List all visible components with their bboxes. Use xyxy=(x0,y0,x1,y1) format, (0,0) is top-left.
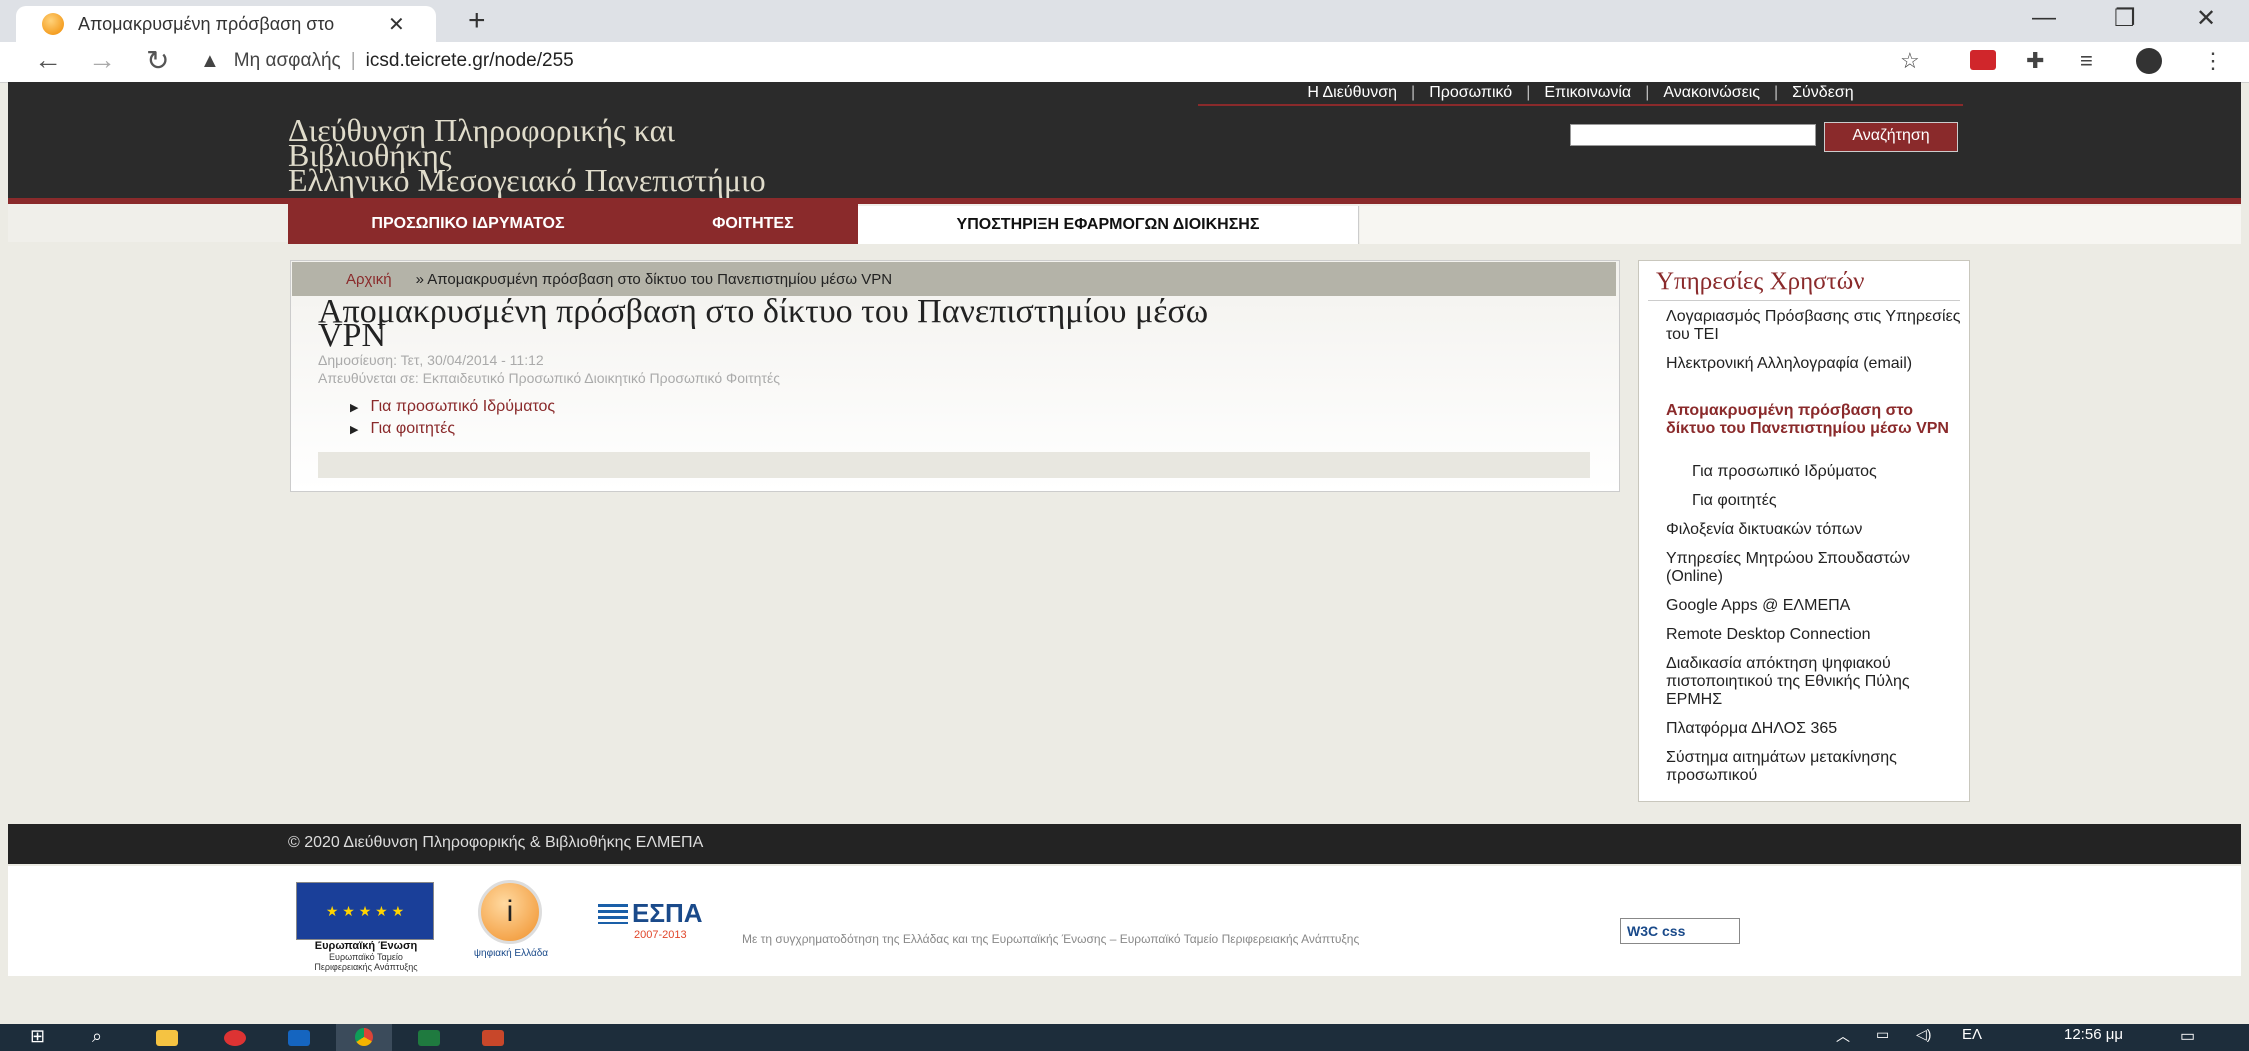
tray-chevron-icon[interactable]: ︿ xyxy=(1836,1026,1850,1046)
nav-students[interactable]: ΦΟΙΤΗΤΕΣ xyxy=(648,204,858,244)
content-footer-bar xyxy=(318,452,1590,478)
sidebar-item-web-hosting[interactable]: Φιλοξενία δικτυακών τόπων xyxy=(1666,521,1966,539)
chrome-taskbar-active[interactable] xyxy=(336,1024,392,1051)
sidebar-item-digital-certificate[interactable]: Διαδικασία απόκτηση ψηφιακού πιστοποιητι… xyxy=(1666,655,1966,709)
digital-greece-logo: i ψηφιακή Ελλάδα xyxy=(456,880,566,972)
site-title[interactable]: Διεύθυνση Πληροφορικής και Βιβλιοθήκης Ε… xyxy=(288,114,766,198)
breadcrumb-current: » Απομακρυσμένη πρόσβαση στο δίκτυο του … xyxy=(415,270,893,288)
divider: | xyxy=(1411,84,1416,101)
divider: | xyxy=(1645,84,1650,101)
w3c-label: W3C css xyxy=(1620,918,1740,944)
funding-statement: Με τη συγχρηματοδότηση της Ελλάδας και τ… xyxy=(742,932,1360,946)
not-secure-label: Μη ασφαλής xyxy=(233,50,341,71)
breadcrumb-home[interactable]: Αρχική xyxy=(346,271,392,288)
favicon-icon xyxy=(42,13,64,35)
footer-copyright: © 2020 Διεύθυνση Πληροφορικής & Βιβλιοθή… xyxy=(288,834,704,851)
clock[interactable]: 12:56 μμ xyxy=(2064,1026,2123,1043)
eu-caption: Ευρωπαϊκό Ταμείο xyxy=(329,952,403,962)
outlook-icon[interactable] xyxy=(288,1030,310,1046)
eu-flag-logo: ★ ★ ★ ★ ★ Ευρωπαϊκή Ένωση Ευρωπαϊκό Ταμε… xyxy=(296,882,436,974)
nav-admin-support[interactable]: ΥΠΟΣΤΗΡΙΞΗ ΕΦΑΡΜΟΓΩΝ ΔΙΟΙΚΗΣΗΣ xyxy=(858,206,1359,244)
sidebar-item-remote-desktop[interactable]: Remote Desktop Connection xyxy=(1666,626,1966,644)
eu-stars-icon: ★ ★ ★ ★ ★ xyxy=(296,882,434,940)
file-explorer-icon[interactable] xyxy=(156,1030,178,1046)
published-date: Δημοσίευση: Τετ, 30/04/2014 - 11:12 xyxy=(318,352,544,368)
search-button[interactable]: Αναζήτηση xyxy=(1824,122,1958,152)
sidebar-item-vpn[interactable]: Απομακρυσμένη πρόσβαση στο δίκτυο του Πα… xyxy=(1666,402,1966,438)
profile-avatar-icon[interactable] xyxy=(2136,48,2162,74)
sidebar-item-vpn-staff[interactable]: Για προσωπικό Ιδρύματος xyxy=(1692,463,1992,481)
language-indicator[interactable]: ΕΛ xyxy=(1962,1026,1982,1043)
link-login[interactable]: Σύνδεση xyxy=(1792,84,1853,102)
sidebar-title: Υπηρεσίες Χρηστών xyxy=(1656,268,1865,295)
nav-staff[interactable]: ΠΡΟΣΩΠΙΚΟ ΙΔΡΥΜΑΤΟΣ xyxy=(288,204,648,244)
menu-kebab-icon[interactable]: ⋮ xyxy=(2202,48,2224,74)
page-title: Απομακρυσμένη πρόσβαση στο δίκτυο του Πα… xyxy=(318,293,1598,353)
greek-flag-icon xyxy=(598,903,628,924)
close-tab-icon[interactable]: ✕ xyxy=(388,12,405,37)
top-links: Η Διεύθυνση | Προσωπικό | Επικοινωνία | Ανα… xyxy=(1198,82,1963,106)
puzzle-extensions-icon[interactable]: ✚ xyxy=(2026,48,2044,74)
excel-icon[interactable] xyxy=(418,1030,440,1046)
bookmark-star-icon[interactable]: ☆ xyxy=(1900,48,1920,74)
link-staff[interactable]: Προσωπικό xyxy=(1429,84,1512,102)
sidebar-divider xyxy=(1648,300,1960,301)
sidebar-item-dilos365[interactable]: Πλατφόρμα ΔΗΛΟΣ 365 xyxy=(1666,720,1966,738)
eu-caption: Ευρωπαϊκή Ένωση xyxy=(314,940,418,952)
link-contact[interactable]: Επικοινωνία xyxy=(1544,84,1631,102)
omnibox-divider: | xyxy=(350,50,356,71)
restore-icon[interactable]: ❐ xyxy=(2114,4,2136,33)
espa-logo: ΕΣΠΑ 2007-2013 xyxy=(598,898,728,946)
site-title-line: Ελληνικό Μεσογειακό Πανεπιστήμιο xyxy=(288,162,766,198)
divider: | xyxy=(1774,84,1779,101)
new-tab-button[interactable]: + xyxy=(468,4,486,38)
reading-list-icon[interactable]: ≡ xyxy=(2080,48,2093,74)
sidebar-item-access-account[interactable]: Λογαριασμός Πρόσβασης στις Υπηρεσίες του… xyxy=(1666,308,1966,344)
close-window-icon[interactable]: ✕ xyxy=(2196,4,2216,33)
sidebar-item-student-registry[interactable]: Υπηρεσίες Μητρώου Σπουδαστών (Online) xyxy=(1666,550,1966,586)
tray-volume-icon[interactable]: ◁) xyxy=(1916,1026,1931,1043)
nav-filler xyxy=(1360,206,2241,244)
search-icon[interactable]: ⌕ xyxy=(92,1026,102,1047)
link-announcements[interactable]: Ανακοινώσεις xyxy=(1663,84,1760,102)
chrome-icon xyxy=(355,1028,373,1046)
espa-years: 2007-2013 xyxy=(634,929,687,941)
bullet-triangle-icon: ▶ xyxy=(350,402,359,414)
w3c-css-badge[interactable]: W3C css xyxy=(1620,918,1740,946)
eu-caption: Περιφερειακής Ανάπτυξης xyxy=(314,962,418,972)
sidebar-item-vpn-students[interactable]: Για φοιτητές xyxy=(1692,492,1992,510)
bullet-triangle-icon: ▶ xyxy=(350,424,359,436)
url-text[interactable]: icsd.teicrete.gr/node/255 xyxy=(366,50,574,72)
back-arrow-icon[interactable]: ← xyxy=(34,44,62,76)
page-title-line: Απομακρυσμένη πρόσβαση στο δίκτυο του Πα… xyxy=(318,293,1209,330)
minimize-icon[interactable]: — xyxy=(2032,4,2056,32)
espa-wordmark: ΕΣΠΑ xyxy=(632,898,703,928)
list-item[interactable]: ▶ Για προσωπικό Ιδρύματος xyxy=(350,398,555,416)
digital-greece-caption: ψηφιακή Ελλάδα xyxy=(473,948,549,959)
extension-red-icon[interactable] xyxy=(1970,50,1996,70)
reload-icon[interactable]: ↻ xyxy=(146,44,169,77)
link-students-vpn[interactable]: Για φοιτητές xyxy=(370,420,455,437)
search-input[interactable] xyxy=(1570,124,1816,146)
warning-icon: ▲ xyxy=(200,49,220,72)
audience: Απευθύνεται σε: Εκπαιδευτικό Προσωπικό Δ… xyxy=(318,370,780,386)
link-staff-vpn[interactable]: Για προσωπικό Ιδρύματος xyxy=(370,398,555,415)
tray-network-icon[interactable]: ▭ xyxy=(1876,1026,1889,1043)
powerpoint-icon[interactable] xyxy=(482,1030,504,1046)
divider: | xyxy=(1526,84,1531,101)
sidebar-item-email[interactable]: Ηλεκτρονική Αλληλογραφία (email) xyxy=(1666,355,1966,373)
windows-start-icon[interactable]: ⊞ xyxy=(30,1026,45,1047)
info-person-icon: i xyxy=(478,880,542,944)
breadcrumb: Αρχική » Απομακρυσμένη πρόσβαση στο δίκτ… xyxy=(292,262,1616,296)
notifications-icon[interactable]: ▭ xyxy=(2180,1026,2195,1046)
omnibox[interactable]: ▲ Μη ασφαλής | icsd.teicrete.gr/node/255 xyxy=(200,46,574,76)
tab-title: Απομακρυσμένη πρόσβαση στο xyxy=(78,13,335,34)
list-item[interactable]: ▶ Για φοιτητές xyxy=(350,420,455,438)
forward-arrow-icon[interactable]: → xyxy=(88,44,116,76)
link-direction[interactable]: Η Διεύθυνση xyxy=(1307,84,1397,102)
sidebar-item-google-apps[interactable]: Google Apps @ ΕΛΜΕΠΑ xyxy=(1666,597,1966,615)
app-red-icon[interactable] xyxy=(224,1030,246,1046)
browser-tab[interactable]: Απομακρυσμένη πρόσβαση στο ✕ xyxy=(16,6,436,42)
sidebar-item-transfer-requests[interactable]: Σύστημα αιτημάτων μετακίνησης προσωπικού xyxy=(1666,749,1966,785)
